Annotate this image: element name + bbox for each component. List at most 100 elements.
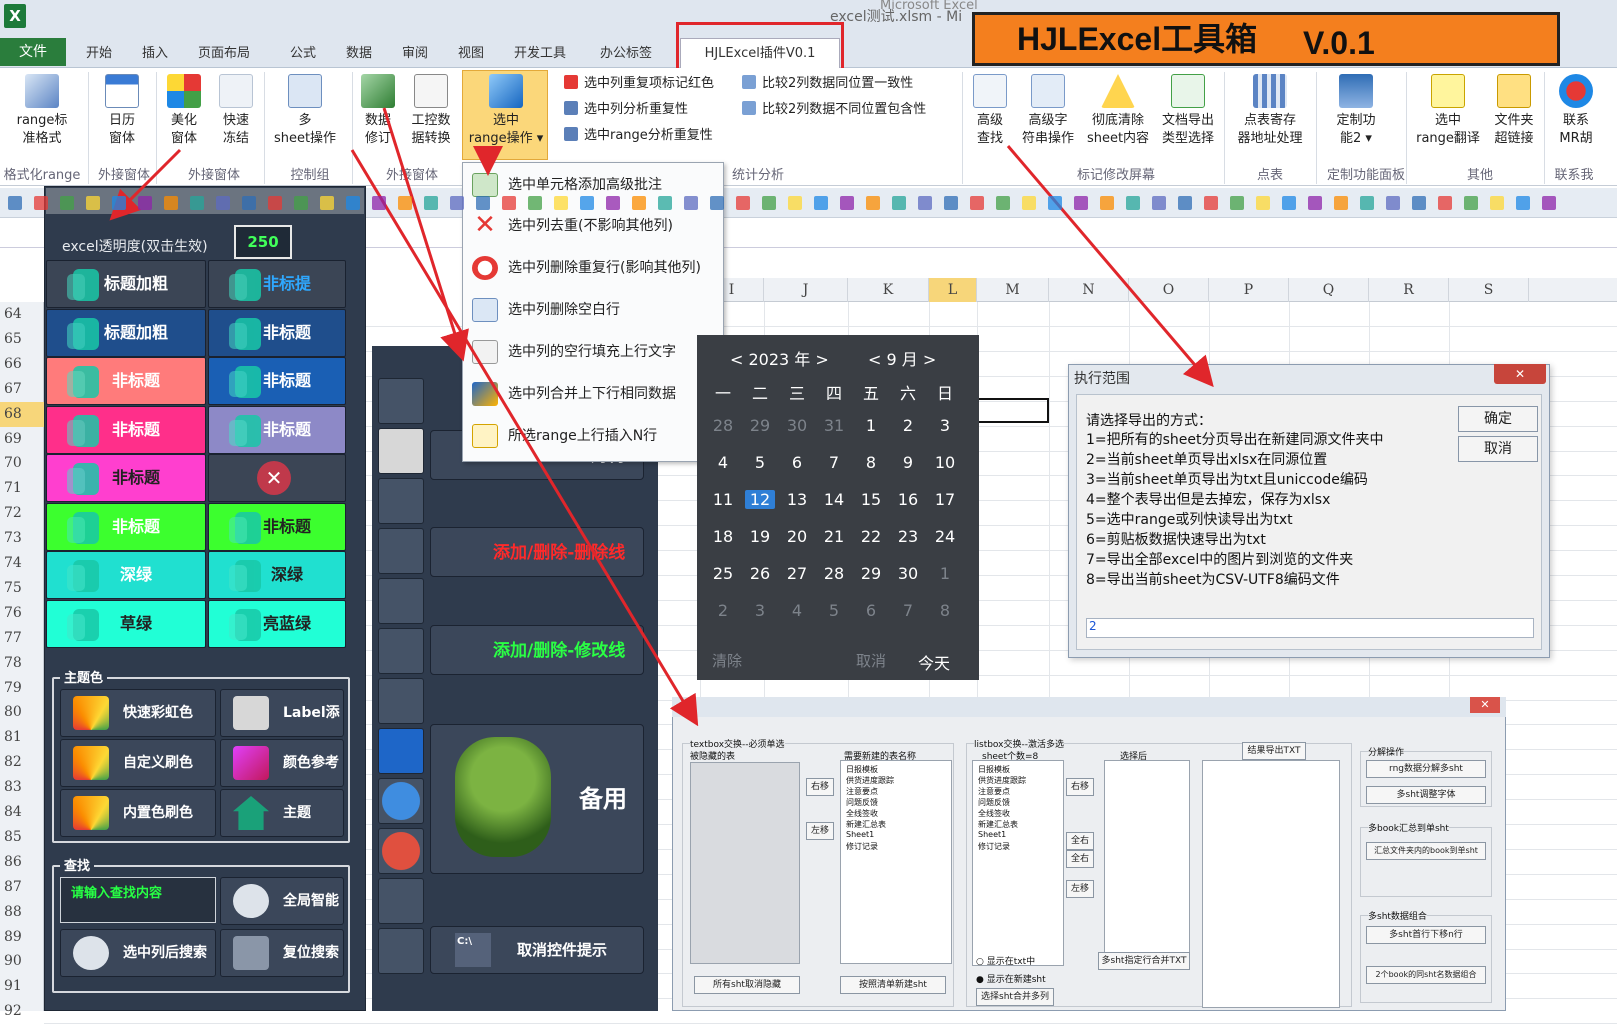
toolbar-icon[interactable] [112,196,126,210]
calendar-day[interactable]: 17 [930,490,960,509]
toolbar-icon[interactable] [1022,196,1036,210]
tab-view[interactable]: 视图 [452,42,490,66]
close-icon-button[interactable]: ✕ [208,454,346,502]
toolbar-icon[interactable] [1464,196,1478,210]
row-header[interactable]: 82 [0,750,44,775]
row-header[interactable]: 88 [0,900,44,925]
tab-data[interactable]: 数据 [340,42,378,66]
toolbar-icon[interactable] [1178,196,1192,210]
toolbar-icon[interactable] [1204,196,1218,210]
reset-search-button[interactable]: 复位搜索 [220,929,344,977]
row-header[interactable]: 80 [0,700,44,725]
column-header[interactable]: O [1129,278,1209,302]
tab-insert[interactable]: 插入 [136,42,174,66]
avatar-icon[interactable] [378,878,424,924]
toolbar-icon[interactable] [372,196,386,210]
tab-formulas[interactable]: 公式 [284,42,322,66]
quick-freeze-button[interactable]: 快速 冻结 [212,74,260,148]
list-item[interactable]: 全线签收 [846,808,878,819]
merge-rows-txt-button[interactable]: 多sht指定行合并TXT [1098,952,1190,970]
row-header[interactable]: 92 [0,999,44,1024]
row-header[interactable]: 68 [0,401,44,427]
color-style-button[interactable]: 深绿 [208,551,346,599]
toolbar-icon[interactable] [216,196,230,210]
year-selector[interactable]: < 2023 年 > [730,346,829,370]
row-header[interactable]: 65 [0,327,44,352]
list-item[interactable]: 全线签收 [978,808,1010,819]
row-header[interactable]: 84 [0,800,44,825]
tab-review[interactable]: 审阅 [396,42,434,66]
toolbar-icon[interactable] [632,196,646,210]
cancel-tip-button[interactable]: C:\ 取消控件提示 [430,926,644,974]
row-header[interactable]: 81 [0,725,44,750]
color-style-button[interactable]: 非标题 [208,502,346,551]
calendar-day[interactable]: 1 [930,564,960,583]
modify-line-button[interactable]: 添加/删除-修改线 [430,625,644,675]
calendar-day[interactable]: 18 [708,527,738,546]
info-icon[interactable] [378,728,424,774]
toolbar-icon[interactable] [1282,196,1296,210]
merge-columns-button[interactable]: 选择sht合并多列 [976,988,1054,1006]
list-item[interactable]: 注意要点 [978,786,1010,797]
toolbar-icon[interactable] [1308,196,1322,210]
label-add-button[interactable]: Label添加 [220,689,344,767]
result-textbox[interactable] [1202,760,1340,1008]
toolbar-icon[interactable] [840,196,854,210]
row-header[interactable]: 79 [0,676,44,701]
list-item[interactable]: 问题反馈 [978,797,1010,808]
toolbar-icon[interactable] [1230,196,1244,210]
toolbar-icon[interactable] [762,196,776,210]
toolbar-icon[interactable] [736,196,750,210]
list-item[interactable]: 供货进度跟踪 [846,775,894,786]
data-revise-button[interactable]: 数据 修订 [356,74,400,148]
tab-file[interactable]: 文件 [0,38,66,66]
row-header[interactable]: 66 [0,352,44,377]
toolbar-icon[interactable] [710,196,724,210]
selected-listbox[interactable] [1104,760,1190,968]
color-style-button[interactable]: 标题加粗 [46,308,206,357]
list-item[interactable]: 修订记录 [846,841,878,852]
calendar-day[interactable]: 12 [745,490,775,509]
tab-office-tab[interactable]: 办公标签 [594,42,658,66]
toolbar-icon[interactable] [788,196,802,210]
translate-range-button[interactable]: 选中 range翻译 [1414,74,1482,148]
advanced-find-button[interactable]: 高级 查找 [968,74,1012,148]
column-search-button[interactable]: 选中列后搜索 [60,929,216,977]
calendar-day[interactable]: 13 [782,490,812,509]
toolbar-icon[interactable] [1126,196,1140,210]
month-selector[interactable]: < 9 月 > [868,346,936,370]
calendar-cancel-button[interactable]: 取消 [856,650,886,671]
export-type-button[interactable]: 文档导出 类型选择 [1156,74,1220,148]
transparency-input[interactable]: 250 [234,225,292,259]
plus-frame-icon[interactable] [378,478,424,524]
row-header[interactable]: 83 [0,775,44,800]
row-header[interactable]: 87 [0,875,44,900]
remove-icon[interactable] [378,828,424,874]
range-ops-button[interactable]: 选中 range操作 ▾ [464,74,548,148]
calendar-today-button[interactable]: 今天 [918,650,950,674]
toolbar-icon[interactable] [606,196,620,210]
calendar-day[interactable]: 4 [782,601,812,620]
tab-developer[interactable]: 开发工具 [508,42,572,66]
calendar-day[interactable]: 2 [708,601,738,620]
toolbar-icon[interactable] [1438,196,1452,210]
toolbar-icon[interactable] [8,196,22,210]
list-item[interactable]: 修订记录 [978,841,1010,852]
add-icon[interactable] [378,778,424,824]
toolbar-icon[interactable] [1074,196,1088,210]
calendar-day[interactable]: 8 [856,453,886,472]
column-header[interactable]: R [1369,278,1449,302]
analyze-range-dup-button[interactable]: 选中range分析重复性 [564,126,713,146]
tab-page-layout[interactable]: 页面布局 [192,42,256,66]
column-header[interactable]: M [977,278,1049,302]
label-icon[interactable] [378,428,424,474]
color-style-button[interactable]: 非标题 [208,405,346,454]
calendar-day[interactable]: 29 [745,416,775,435]
calendar-day[interactable]: 5 [745,453,775,472]
quick-rainbow-button[interactable]: 快速彩虹色 [60,689,216,737]
list-item[interactable]: 新建汇总表 [846,819,886,830]
calendar-day[interactable]: 28 [708,416,738,435]
calendar-day[interactable]: 8 [930,601,960,620]
calendar-day[interactable]: 20 [782,527,812,546]
color-style-button[interactable]: 标题加粗 [46,260,206,308]
